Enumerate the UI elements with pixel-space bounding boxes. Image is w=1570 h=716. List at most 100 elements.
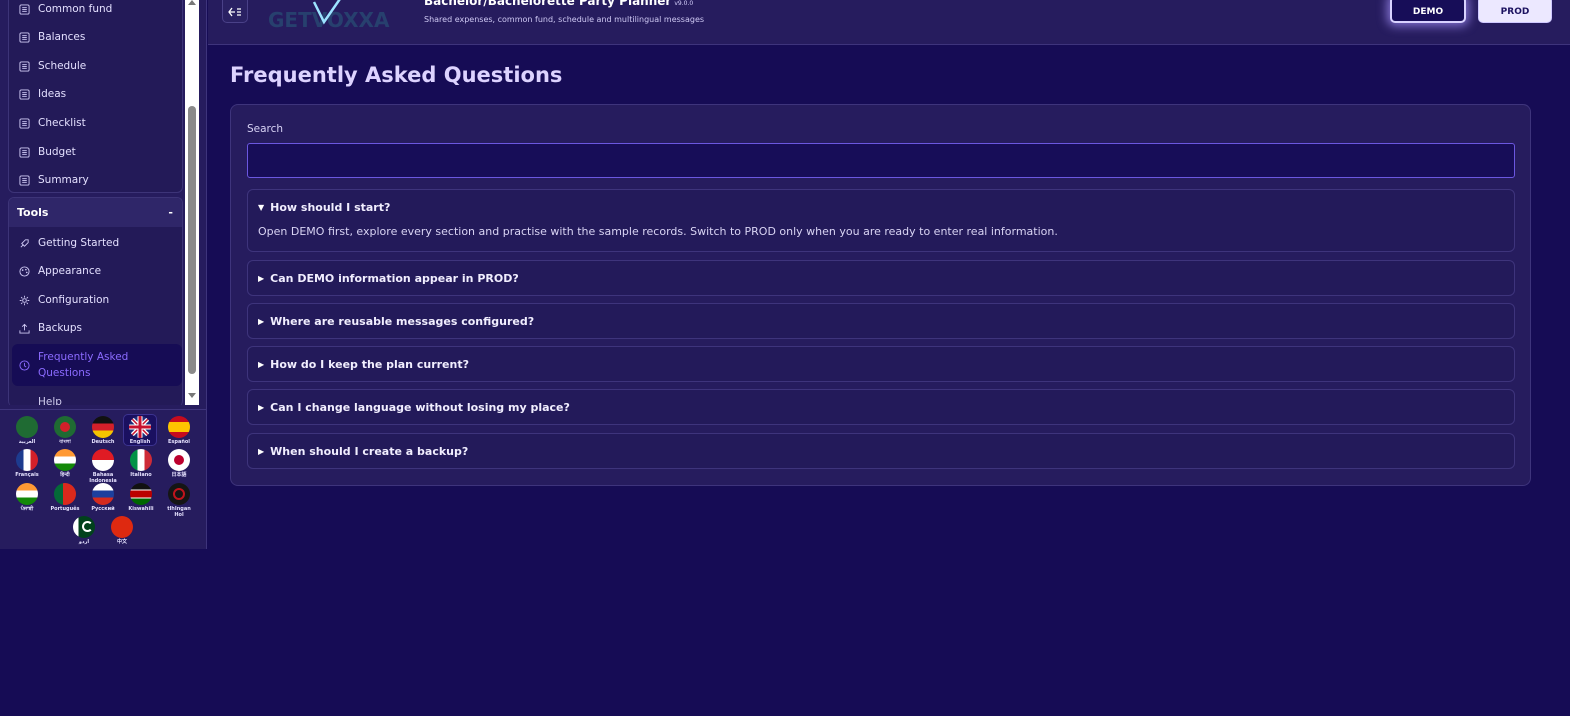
search-input[interactable] <box>247 143 1515 178</box>
language-bn[interactable]: বাংলা <box>48 416 82 445</box>
faq-item[interactable]: ▶ How do I keep the plan current? <box>247 346 1515 382</box>
language-label: বাংলা <box>59 439 71 445</box>
list-icon <box>19 146 30 158</box>
language-es[interactable]: Español <box>162 416 196 445</box>
russia-flag-icon <box>92 483 114 505</box>
language-ar[interactable]: العربية <box>10 416 44 445</box>
language-label: 中文 <box>116 539 127 545</box>
sidebar-item-label: Summary <box>38 174 89 186</box>
language-fr[interactable]: Français <box>10 449 44 478</box>
collapse-sidebar-button[interactable] <box>222 0 248 23</box>
scrollbar-thumb[interactable] <box>188 106 196 374</box>
faq-question[interactable]: ▼ How should I start? <box>258 190 390 225</box>
list-icon <box>19 60 30 72</box>
faq-item[interactable]: ▶ Can DEMO information appear in PROD? <box>247 260 1515 296</box>
collapsed-triangle-icon: ▶ <box>258 317 265 326</box>
faq-question[interactable]: ▶ Where are reusable messages configured… <box>258 304 534 339</box>
list-icon <box>19 3 30 15</box>
scroll-up-arrow-icon[interactable] <box>188 0 196 5</box>
demo-button[interactable]: DEMO <box>1390 0 1466 23</box>
language-label: اردو <box>78 539 90 545</box>
sidebar-item-appearance[interactable]: Appearance <box>19 261 179 281</box>
faq-question-text: How do I keep the plan current? <box>270 358 469 371</box>
faq-question[interactable]: ▶ When should I create a backup? <box>258 434 468 469</box>
rocket-icon <box>19 238 30 249</box>
language-label: Русский <box>91 506 115 512</box>
sidebar-item-getting-started[interactable]: Getting Started <box>19 233 179 253</box>
faq-item[interactable]: ▶ When should I create a backup? <box>247 433 1515 469</box>
faq-question[interactable]: ▶ Can DEMO information appear in PROD? <box>258 261 519 296</box>
tools-group-header[interactable]: Tools - <box>9 198 182 227</box>
france-flag-icon <box>16 449 38 471</box>
faq-question[interactable]: ▶ Can I change language without losing m… <box>258 390 570 425</box>
faq-item[interactable]: ▶ Where are reusable messages configured… <box>247 303 1515 339</box>
sidebar-item-schedule[interactable]: Schedule <box>19 56 179 76</box>
language-label: tlhIngan Hol <box>167 506 191 518</box>
spain-flag-icon <box>168 416 190 438</box>
language-ja[interactable]: 日本語 <box>162 449 196 478</box>
language-id[interactable]: Bahasa Indonesia <box>86 449 120 484</box>
sidebar-item-label: Getting Started <box>38 237 120 249</box>
sidebar-item-checklist[interactable]: Checklist <box>19 113 179 133</box>
faq-item[interactable]: ▼ How should I start? Open DEMO first, e… <box>247 189 1515 252</box>
language-hi[interactable]: हिन्दी <box>48 449 82 478</box>
collapsed-triangle-icon: ▶ <box>258 360 265 369</box>
uk-flag-icon <box>129 416 151 438</box>
sidebar-item-ideas[interactable]: Ideas <box>19 84 179 104</box>
sidebar-scrollbar[interactable] <box>185 0 199 405</box>
india-flag-icon <box>54 449 76 471</box>
sidebar-item-common-fund[interactable]: Common fund <box>19 0 179 19</box>
language-label: ਪੰਜਾਬੀ <box>20 506 34 512</box>
gear-icon <box>19 295 30 306</box>
language-zh[interactable]: 中文 <box>105 516 139 545</box>
sidebar-item-faq[interactable]: Frequently Asked Questions <box>12 344 182 386</box>
faq-question-text: Can DEMO information appear in PROD? <box>270 272 519 285</box>
collapsed-triangle-icon: ▶ <box>258 403 265 412</box>
language-ru[interactable]: Русский <box>86 483 120 512</box>
nav-group-tools: Tools - Getting Started Appearance Confi… <box>8 197 183 405</box>
sidebar-item-help[interactable]: Help <box>19 392 179 405</box>
sidebar-item-budget[interactable]: Budget <box>19 142 179 162</box>
language-tlh[interactable]: tlhIngan Hol <box>162 483 196 518</box>
faq-question[interactable]: ▶ How do I keep the plan current? <box>258 347 469 382</box>
sidebar-item-label: Frequently Asked Questions <box>38 351 129 379</box>
faq-question-text: Can I change language without losing my … <box>270 401 570 414</box>
sidebar-item-balances[interactable]: Balances <box>19 27 179 47</box>
language-ur[interactable]: اردو <box>67 516 101 545</box>
language-label: 日本語 <box>171 472 187 478</box>
language-label: हिन्दी <box>60 472 70 478</box>
language-label: Português <box>50 506 80 512</box>
tools-header-label: Tools <box>17 206 49 219</box>
language-sw[interactable]: Kiswahili <box>124 483 158 512</box>
help-icon <box>19 397 30 406</box>
portugal-flag-icon <box>54 483 76 505</box>
sidebar-item-configuration[interactable]: Configuration <box>19 290 179 310</box>
bangladesh-flag-icon <box>54 416 76 438</box>
sidebar-item-label: Balances <box>38 31 86 43</box>
nav-group-main: Common fund Balances Schedule Ideas Chec… <box>8 0 183 193</box>
sidebar-item-summary[interactable]: Summary <box>19 170 179 190</box>
language-label: Deutsch <box>91 439 115 445</box>
klingon-emblem-icon <box>168 483 190 505</box>
pakistan-flag-icon <box>73 516 95 538</box>
language-pt[interactable]: Português <box>48 483 82 512</box>
language-selector: العربية বাংলা Deutsch English Español Fr… <box>0 409 207 549</box>
sidebar-item-label: Common fund <box>38 3 113 15</box>
sidebar-item-label: Backups <box>38 322 82 334</box>
app-version: v9.0.0 <box>674 0 694 7</box>
language-en[interactable]: English <box>123 414 157 446</box>
prod-button[interactable]: PROD <box>1478 0 1552 23</box>
logo-text: GETVOXXA <box>268 8 390 30</box>
language-label: Français <box>15 472 39 478</box>
language-label: English <box>129 439 151 445</box>
sidebar-item-backups[interactable]: Backups <box>19 318 179 338</box>
faq-answer: Open DEMO first, explore every section a… <box>258 225 1058 238</box>
scroll-down-arrow-icon[interactable] <box>188 393 196 398</box>
language-pa[interactable]: ਪੰਜਾਬੀ <box>10 483 44 512</box>
list-icon <box>19 117 30 129</box>
language-it[interactable]: Italiano <box>124 449 158 478</box>
collapse-toggle[interactable]: - <box>168 206 173 219</box>
language-de[interactable]: Deutsch <box>86 416 120 445</box>
sidebar-item-label: Help <box>38 396 62 405</box>
faq-item[interactable]: ▶ Can I change language without losing m… <box>247 389 1515 425</box>
